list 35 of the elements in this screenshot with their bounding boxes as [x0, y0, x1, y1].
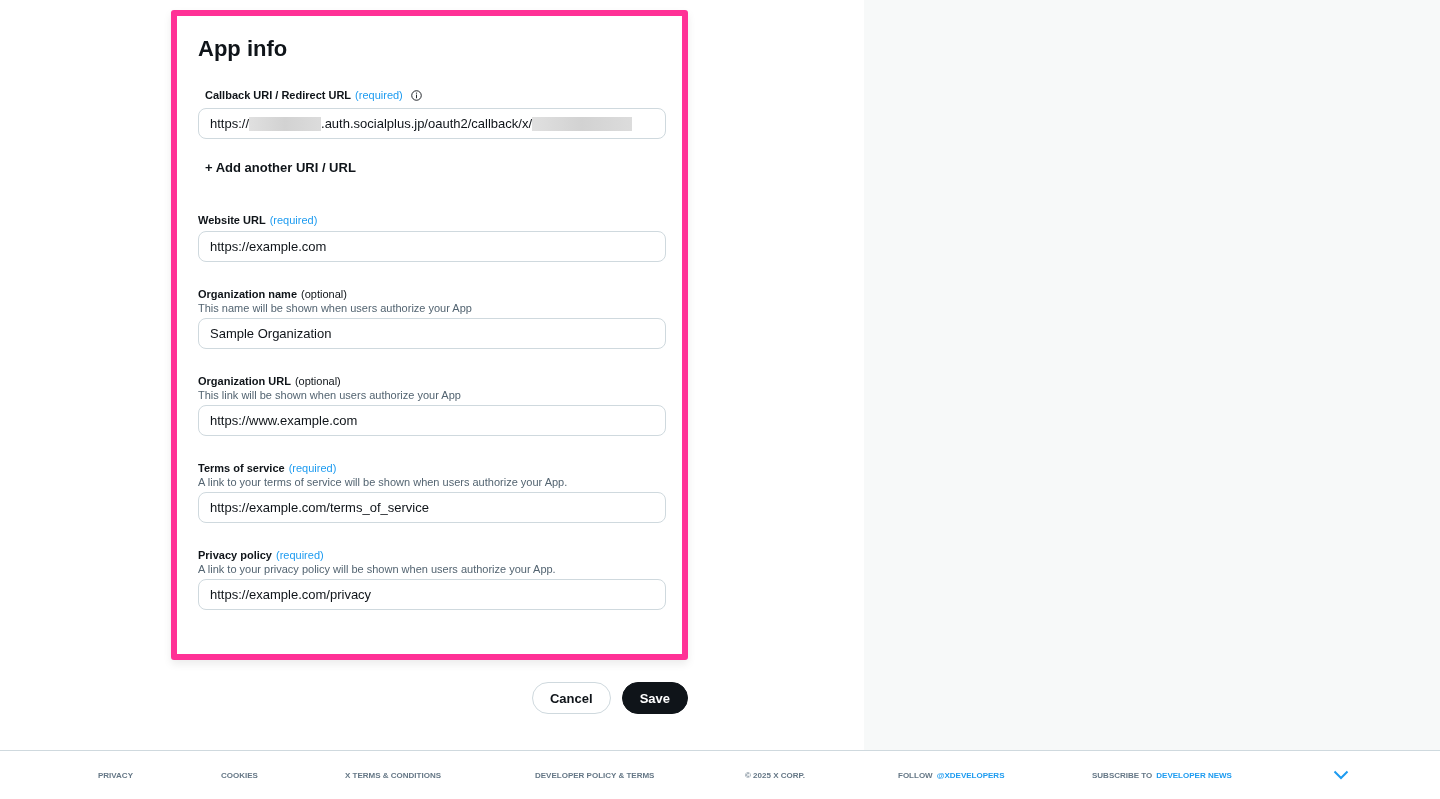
chevron-down-icon[interactable]	[1333, 770, 1349, 780]
input-field[interactable]: https://example.com/privacy	[198, 579, 666, 610]
input-field[interactable]: https://example.com/terms_of_service	[198, 492, 666, 523]
info-icon[interactable]	[410, 89, 422, 101]
help-text: A link to your terms of service will be shown when users authorize your App.	[198, 475, 569, 489]
help-text: A link to your privacy policy will be shown when users authorize your App.	[198, 562, 557, 576]
footer-link[interactable]: DEVELOPER POLICY & TERMS	[535, 770, 745, 780]
required-tag: (required)	[276, 548, 324, 562]
required-tag: (required)	[269, 213, 318, 227]
input-field[interactable]: Sample Organization	[198, 318, 666, 349]
required-tag: (required)	[288, 461, 337, 475]
copyright-text: © 2025 X CORP.	[745, 770, 806, 780]
required-tag: (required)	[355, 88, 403, 102]
input-field[interactable]: https://www.example.com	[198, 405, 666, 436]
footer-link[interactable]: PRIVACY	[98, 770, 221, 780]
optional-tag: (optional)	[301, 287, 347, 301]
input-field[interactable]: https:// .auth.socialplus.jp/oauth2/callback/x/	[198, 108, 666, 139]
field-label: Organization URL	[198, 374, 291, 388]
help-text: This link will be shown when users authorize your App	[198, 388, 462, 402]
save-button[interactable]: Save	[621, 682, 688, 714]
footer-text: FOLLOW	[898, 770, 933, 780]
optional-tag: (optional)	[294, 374, 341, 388]
field-label: Callback URI / Redirect URL	[205, 88, 352, 102]
footer-link[interactable]: COOKIES	[221, 770, 345, 780]
field-label: Privacy policy	[198, 548, 272, 562]
section-title: App info	[198, 36, 289, 62]
footer-link[interactable]: X TERMS & CONDITIONS	[345, 770, 535, 780]
field-label: Organization name	[198, 287, 298, 301]
footer-text: SUBSCRIBE TO	[1092, 770, 1153, 780]
add-uri-link[interactable]: + Add another URI / URL	[205, 160, 666, 176]
field-label: Website URL	[198, 213, 266, 227]
field-label: Terms of service	[198, 461, 285, 475]
input-field[interactable]: https://example.com	[198, 231, 666, 262]
cancel-button[interactable]: Cancel	[532, 682, 611, 714]
help-text: This name will be shown when users authorize your App	[198, 301, 473, 315]
